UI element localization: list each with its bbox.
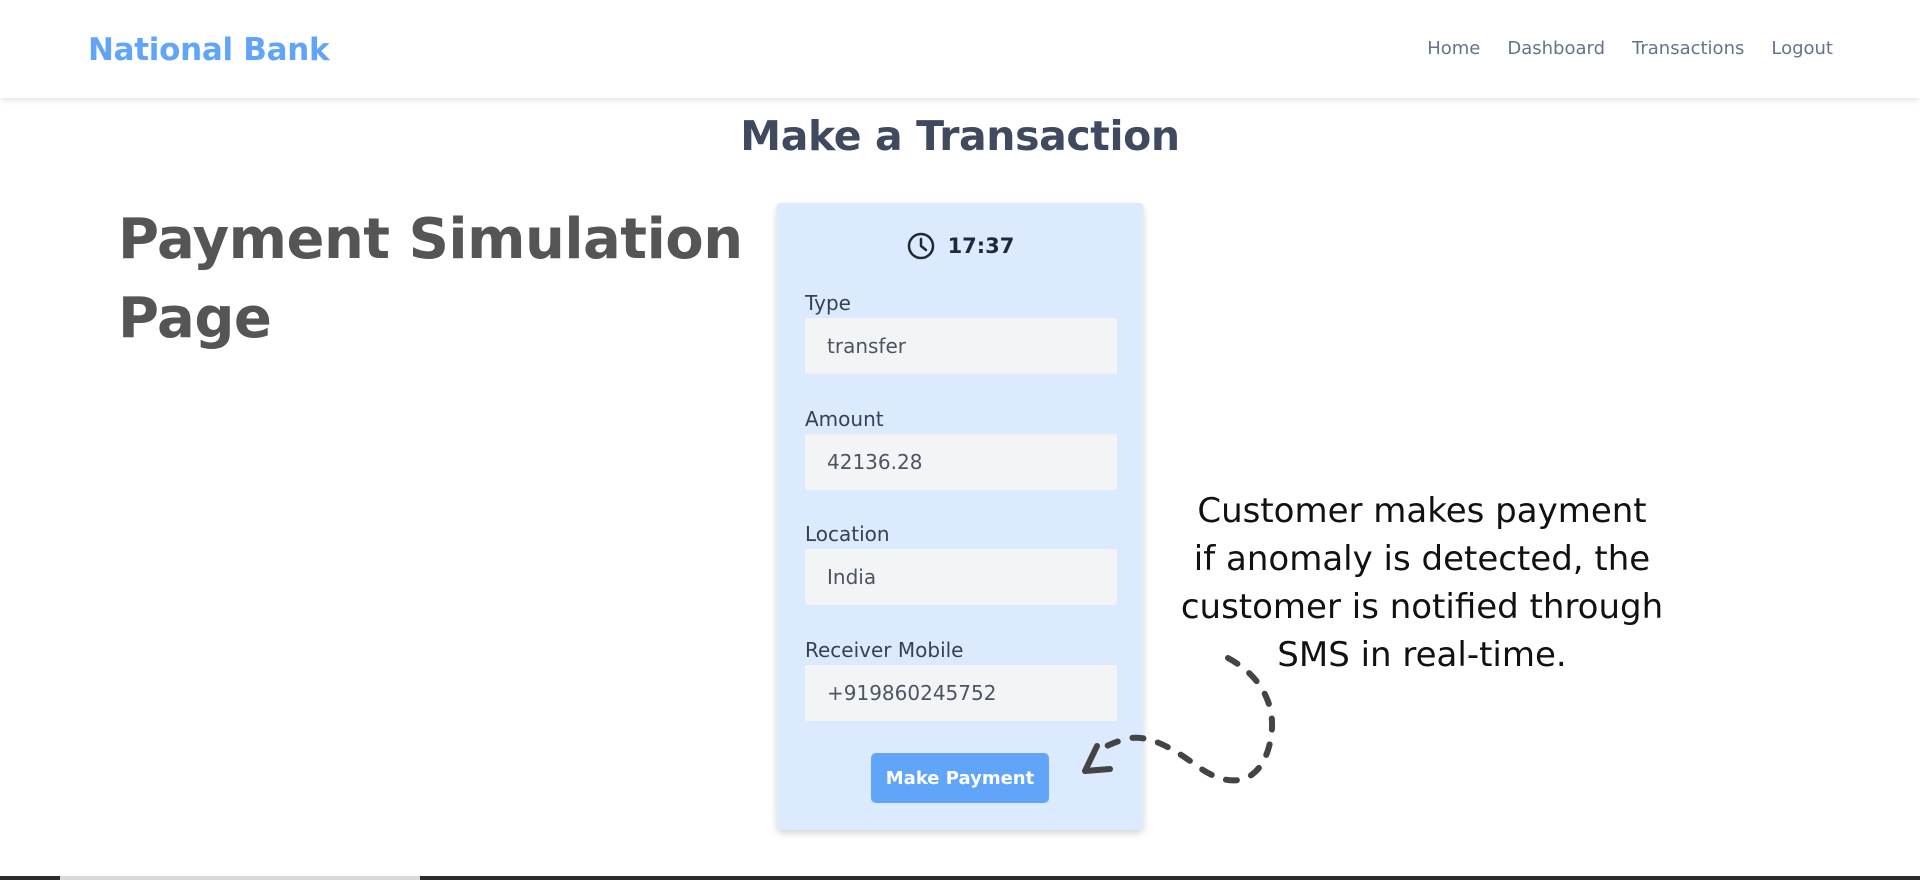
nav-link-logout[interactable]: Logout <box>1771 36 1833 62</box>
receiver-mobile-label: Receiver Mobile <box>805 638 964 662</box>
amount-label: Amount <box>805 407 884 431</box>
nav-link-home[interactable]: Home <box>1427 36 1480 62</box>
annotation-line-1: Customer makes payment <box>1197 491 1647 531</box>
bottom-edge-highlight <box>60 876 420 880</box>
clock-icon <box>907 232 934 260</box>
nav-link-dashboard[interactable]: Dashboard <box>1507 36 1605 62</box>
brand-logo[interactable]: National Bank <box>88 30 330 70</box>
nav-link-transactions[interactable]: Transactions <box>1632 36 1744 62</box>
location-input[interactable] <box>805 549 1117 605</box>
bottom-edge-bar <box>0 876 1920 880</box>
page-heading: Make a Transaction <box>740 112 1180 160</box>
type-label: Type <box>805 291 851 315</box>
time-text: 17:37 <box>947 234 1015 258</box>
dashed-curved-arrow-icon <box>1082 655 1275 784</box>
navbar: National Bank Home Dashboard Transaction… <box>0 0 1920 98</box>
type-input[interactable] <box>805 318 1117 374</box>
amount-input[interactable] <box>805 434 1117 490</box>
time-display: 17:37 <box>777 231 1143 261</box>
location-label: Location <box>805 522 890 546</box>
side-title: Payment Simulation Page <box>118 207 743 351</box>
nav-links: Home Dashboard Transactions Logout <box>1427 36 1833 62</box>
annotation-line-2: if anomaly is detected, the <box>1193 539 1651 579</box>
make-payment-button[interactable]: Make Payment <box>871 753 1049 803</box>
annotation-line-3: customer is notified through <box>1180 587 1664 627</box>
